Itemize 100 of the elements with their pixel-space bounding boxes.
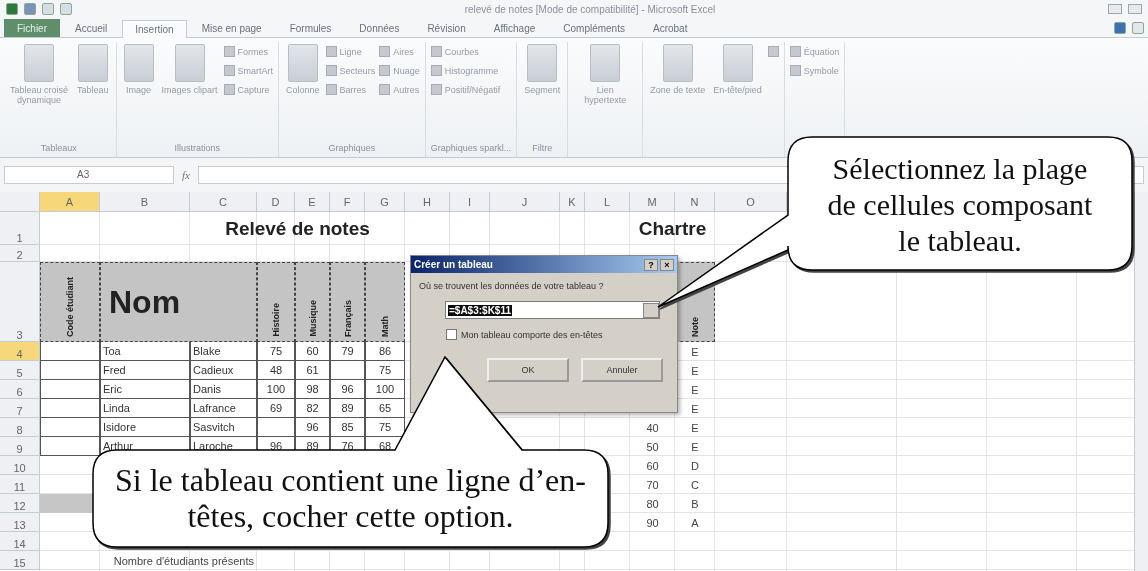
ribbon-button[interactable]: Segment bbox=[522, 42, 563, 97]
row-header[interactable]: 7 bbox=[0, 399, 40, 418]
table-cell-text: Nombre d'étudiants présents bbox=[112, 553, 255, 569]
column-header[interactable]: C bbox=[190, 192, 257, 212]
column-header[interactable]: M bbox=[630, 192, 675, 212]
ribbon-tab[interactable]: Mise en page bbox=[188, 19, 275, 37]
ribbon-button[interactable]: En-tête/pied bbox=[711, 42, 764, 97]
ribbon-button[interactable]: Formes bbox=[223, 46, 274, 57]
sheet-title: Relevé de notes bbox=[224, 216, 371, 241]
column-header[interactable]: F bbox=[330, 192, 365, 212]
ribbon-button[interactable]: Tableau bbox=[75, 42, 111, 97]
column-header[interactable]: D bbox=[257, 192, 295, 212]
ribbon-button[interactable]: Lien hypertexte bbox=[573, 42, 638, 107]
column-header[interactable]: N bbox=[675, 192, 715, 212]
column-header[interactable]: H bbox=[405, 192, 450, 212]
column-header[interactable]: B bbox=[100, 192, 190, 212]
ribbon-button[interactable]: Images clipart bbox=[159, 42, 220, 97]
ribbon-button[interactable]: Courbes bbox=[430, 46, 501, 57]
ribbon-button[interactable]: Autres bbox=[379, 84, 420, 95]
ribbon-tab[interactable]: Compléments bbox=[550, 19, 638, 37]
column-header[interactable]: A bbox=[40, 192, 100, 212]
column-header[interactable]: I bbox=[450, 192, 490, 212]
ribbon-icon bbox=[287, 44, 318, 82]
help-button[interactable]: ? bbox=[644, 258, 658, 271]
column-header[interactable]: J bbox=[490, 192, 560, 212]
header-cell: Histoire bbox=[257, 262, 295, 342]
ribbon-icon bbox=[24, 44, 54, 82]
row-header[interactable]: 3 bbox=[0, 262, 40, 342]
ribbon-icon bbox=[325, 65, 337, 76]
column-header[interactable]: K bbox=[560, 192, 585, 212]
ribbon-tab[interactable]: Révision bbox=[414, 19, 479, 37]
header-cell: Français bbox=[330, 262, 365, 342]
table-cell: Lafrance bbox=[190, 399, 257, 418]
table-cell-text: 60 bbox=[645, 458, 660, 474]
ribbon-tab[interactable]: Accueil bbox=[62, 19, 121, 37]
ribbon-button[interactable]: Ligne bbox=[325, 46, 376, 57]
ribbon-icon bbox=[430, 84, 442, 95]
ribbon-button[interactable]: Tableau croisé dynamique bbox=[7, 42, 71, 107]
column-header[interactable]: E bbox=[295, 192, 330, 212]
ribbon-icon bbox=[77, 44, 108, 82]
name-box[interactable]: A3 bbox=[4, 166, 174, 184]
function-button[interactable]: fx bbox=[182, 169, 190, 181]
ribbon-icon[interactable] bbox=[767, 46, 779, 57]
ribbon-button[interactable]: Barres bbox=[325, 84, 376, 95]
column-header[interactable]: O bbox=[715, 192, 787, 212]
ribbon-button[interactable]: Colonne bbox=[284, 42, 322, 97]
ribbon-tab[interactable]: Acrobat bbox=[639, 19, 701, 37]
row-header[interactable]: 12 bbox=[0, 494, 40, 513]
ribbon-button[interactable]: Équation bbox=[789, 46, 840, 57]
ribbon-icon bbox=[789, 65, 801, 76]
table-cell: 89 bbox=[330, 399, 365, 418]
row-header[interactable]: 9 bbox=[0, 437, 40, 456]
row-header[interactable]: 8 bbox=[0, 418, 40, 437]
column-header[interactable]: L bbox=[585, 192, 630, 212]
ribbon-button[interactable]: Secteurs bbox=[325, 65, 376, 76]
close-button[interactable]: × bbox=[660, 258, 674, 271]
row-header[interactable]: 6 bbox=[0, 380, 40, 399]
table-cell: 100 bbox=[365, 380, 405, 399]
ribbon-button[interactable]: Nuage bbox=[379, 65, 420, 76]
ribbon-button[interactable]: Aires bbox=[379, 46, 420, 57]
table-cell: Fred bbox=[100, 361, 190, 380]
ribbon-tab[interactable]: Formules bbox=[276, 19, 345, 37]
file-tab[interactable]: Fichier bbox=[4, 19, 60, 37]
dialog-question: Où se trouvent les données de votre tableau ? bbox=[419, 281, 605, 291]
ribbon-tab[interactable]: Insertion bbox=[122, 20, 187, 38]
dialog-button[interactable]: OK bbox=[487, 358, 569, 382]
group-label: Illustrations bbox=[173, 142, 222, 155]
table-cell-text: B bbox=[690, 496, 700, 512]
row-header[interactable]: 13 bbox=[0, 513, 40, 532]
ribbon-button[interactable]: Histogramme bbox=[430, 65, 501, 76]
ribbon-button[interactable]: Zone de texte bbox=[648, 42, 708, 97]
table-cell-text: A bbox=[690, 515, 700, 531]
ribbon-button[interactable]: Symbole bbox=[789, 65, 840, 76]
ribbon-button[interactable]: SmartArt bbox=[223, 65, 274, 76]
column-header[interactable]: G bbox=[365, 192, 405, 212]
range-field[interactable]: =$A$3:$K$11 bbox=[445, 301, 660, 319]
table-cell: Linda bbox=[100, 399, 190, 418]
ribbon-button[interactable]: Image bbox=[121, 42, 156, 97]
ribbon-icon bbox=[789, 46, 801, 57]
row-header[interactable]: 10 bbox=[0, 456, 40, 475]
collapse-button[interactable] bbox=[643, 302, 659, 318]
ribbon-button[interactable]: Positif/Négatif bbox=[430, 84, 501, 95]
row-header[interactable]: 2 bbox=[0, 245, 40, 262]
checkbox[interactable] bbox=[446, 329, 457, 340]
table-cell: Isidore bbox=[100, 418, 190, 437]
row-header[interactable]: 1 bbox=[0, 212, 40, 245]
scrollbar[interactable] bbox=[1134, 192, 1148, 571]
ribbon-tab[interactable]: Données bbox=[346, 19, 413, 37]
dialog-button[interactable]: Annuler bbox=[581, 358, 663, 382]
table-cell-text: E bbox=[690, 382, 700, 398]
ribbon-icon bbox=[325, 84, 337, 95]
ribbon-tab[interactable]: Affichage bbox=[480, 19, 549, 37]
row-header[interactable]: 14 bbox=[0, 532, 40, 551]
dialog-title: Créer un tableau bbox=[414, 259, 494, 270]
row-header[interactable]: 4 bbox=[0, 342, 40, 361]
header-cell: Nom bbox=[100, 262, 257, 342]
row-header[interactable]: 15 bbox=[0, 551, 40, 570]
ribbon-button[interactable]: Capture bbox=[223, 84, 274, 95]
row-header[interactable]: 11 bbox=[0, 475, 40, 494]
row-header[interactable]: 5 bbox=[0, 361, 40, 380]
